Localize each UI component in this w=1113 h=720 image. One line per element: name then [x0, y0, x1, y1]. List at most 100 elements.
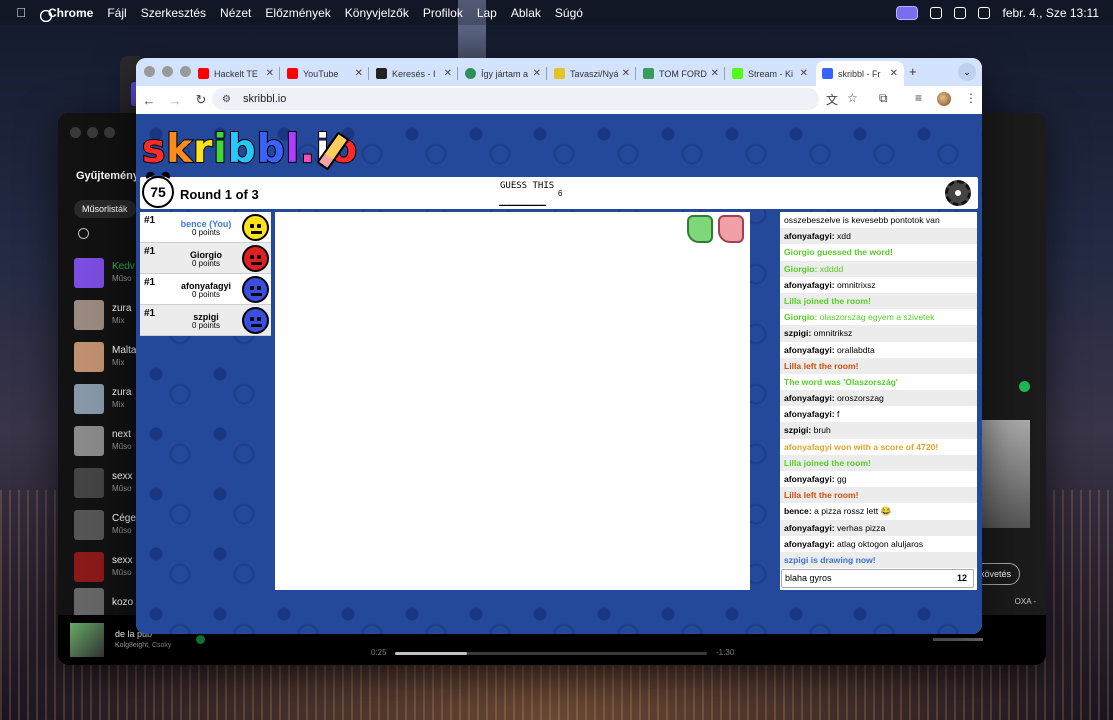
site-favicon-icon: [465, 68, 476, 79]
player-row[interactable]: #1 bence (You) 0 points: [140, 212, 271, 243]
youtube-favicon-icon: [287, 68, 298, 79]
menubar-clock[interactable]: febr. 4., Sze 13:11: [1002, 6, 1099, 20]
new-tab-icon[interactable]: +: [909, 64, 917, 79]
tab-tavaszi[interactable]: Tavaszi/Nyá ✕: [548, 61, 636, 86]
close-tab-icon[interactable]: ✕: [890, 68, 898, 79]
player-avatar-icon: [242, 214, 269, 241]
chat-box[interactable]: osszebeszelve is kevesebb pontotok van af…: [780, 212, 977, 590]
playback-progress[interactable]: [395, 652, 707, 655]
chat-message: szpigi: bruh: [780, 422, 977, 439]
verified-icon: [1019, 381, 1030, 392]
player-row[interactable]: #1 szpigi 0 points: [140, 305, 271, 336]
round-indicator: Round 1 of 3: [180, 187, 259, 202]
menu-profiles[interactable]: Profilok: [423, 6, 463, 20]
screen-mirror-icon[interactable]: [896, 5, 919, 20]
tab-search-chevron-icon[interactable]: ⌄: [958, 63, 976, 81]
site-favicon-icon: [643, 68, 654, 79]
menu-help[interactable]: Súgó: [555, 6, 583, 20]
close-window-button[interactable]: [144, 66, 155, 77]
chat-input[interactable]: blaha gyros 12: [781, 569, 974, 588]
close-tab-icon[interactable]: ✕: [622, 68, 630, 79]
macos-menubar:  Chrome Fájl Szerkesztés Nézet Előzmény…: [0, 0, 1113, 25]
site-favicon-icon: [554, 68, 565, 79]
word-hint: ______: [499, 192, 546, 207]
menu-tab[interactable]: Lap: [477, 6, 497, 20]
player-row[interactable]: #1 Giorgio 0 points: [140, 243, 271, 274]
search-icon[interactable]: [78, 228, 89, 239]
menu-window[interactable]: Ablak: [511, 6, 541, 20]
settings-gear-icon[interactable]: [945, 180, 971, 206]
tab-youtube[interactable]: YouTube ✕: [281, 61, 369, 86]
player-rank: #1: [144, 277, 156, 288]
apple-icon[interactable]: : [8, 5, 34, 20]
tab-strip: Hackelt TE ✕ YouTube ✕ Keresés - I ✕ Így já…: [136, 58, 982, 86]
bookmark-star-icon[interactable]: ☆: [847, 91, 858, 105]
library-title: Gyűjtemény: [76, 170, 139, 182]
chrome-menu-icon[interactable]: ⋮: [965, 91, 977, 105]
player-avatar-icon: [242, 276, 269, 303]
skribbl-favicon-icon: [822, 68, 833, 79]
drawing-canvas[interactable]: [275, 212, 750, 590]
address-bar[interactable]: ⚙ skribbl.io: [212, 88, 819, 110]
url-text[interactable]: skribbl.io: [243, 93, 286, 105]
reload-icon[interactable]: ↻: [188, 92, 214, 108]
chat-message: bence: a pizza rossz lett 😂: [784, 506, 892, 517]
translate-icon[interactable]: 文: [826, 91, 838, 108]
chat-message: Giorgio guessed the word!: [784, 247, 893, 258]
menu-file[interactable]: Fájl: [107, 6, 126, 20]
playlists-filter-pill[interactable]: Műsorlisták: [74, 200, 136, 218]
chat-message: afonyafagyi: gg: [784, 474, 847, 484]
tab-hackelt[interactable]: Hackelt TE ✕: [192, 61, 280, 86]
saved-check-icon[interactable]: [196, 635, 205, 644]
track-artist[interactable]: Kolg8eight, Csoky: [115, 642, 171, 649]
tab-igy-jartam[interactable]: Így jártam a ✕: [459, 61, 547, 86]
tab-stream[interactable]: Stream - Ki ✕: [726, 61, 814, 86]
control-center-icon[interactable]: [978, 6, 991, 19]
back-icon[interactable]: ←: [136, 93, 162, 108]
menu-edit[interactable]: Szerkesztés: [141, 6, 206, 20]
zoom-window-button[interactable]: [180, 66, 191, 77]
menubar-app-name[interactable]: Chrome: [48, 6, 93, 20]
close-tab-icon[interactable]: ✕: [800, 68, 808, 79]
window-controls: [144, 66, 191, 77]
profile-avatar[interactable]: [937, 92, 951, 106]
stats-icon[interactable]: [930, 6, 943, 19]
player-points: 0 points: [191, 321, 221, 330]
media-controls-icon[interactable]: ≡: [915, 91, 922, 105]
siri-icon[interactable]: [40, 10, 52, 22]
chat-message: The word was 'Olaszország': [784, 376, 898, 387]
tab-skribbl[interactable]: skribbl - Fr ✕: [816, 61, 904, 86]
close-tab-icon[interactable]: ✕: [533, 68, 541, 79]
elapsed-time: 0:25: [371, 648, 387, 657]
menu-history[interactable]: Előzmények: [265, 6, 330, 20]
minimize-window-button[interactable]: [162, 66, 173, 77]
thumbs-down-icon[interactable]: [718, 215, 744, 243]
extensions-icon[interactable]: ⧉: [879, 91, 888, 106]
timer-clock: 75: [142, 176, 174, 208]
album-art[interactable]: [70, 623, 104, 657]
player-row[interactable]: #1 afonyafagyi 0 points: [140, 274, 271, 305]
chat-message: afonyafagyi: atlag oktogon aluljaros: [784, 538, 924, 549]
volume-slider[interactable]: [933, 638, 983, 641]
battery-icon[interactable]: [954, 6, 967, 19]
tab-tom-ford[interactable]: TOM FORD ✕: [637, 61, 725, 86]
close-tab-icon[interactable]: ✕: [444, 68, 452, 79]
tab-kereses[interactable]: Keresés - I ✕: [370, 61, 458, 86]
vote-buttons: [687, 215, 744, 243]
thumbs-up-icon[interactable]: [687, 215, 713, 243]
chat-message: afonyafagyi: verhas pizza: [780, 519, 977, 536]
chat-message: szpigi is drawing now!: [780, 551, 977, 569]
chat-input-text[interactable]: blaha gyros: [785, 573, 832, 583]
close-tab-icon[interactable]: ✕: [355, 68, 363, 79]
close-tab-icon[interactable]: ✕: [266, 68, 274, 79]
close-tab-icon[interactable]: ✕: [711, 68, 719, 79]
site-info-icon[interactable]: ⚙: [222, 94, 231, 105]
player-avatar-icon: [242, 245, 269, 272]
forward-icon[interactable]: →: [162, 93, 188, 108]
chat-char-count: 12: [956, 573, 967, 583]
player-points: 0 points: [191, 259, 221, 268]
chat-message: afonyafagyi: xdd: [780, 228, 977, 245]
search-favicon-icon: [376, 68, 387, 79]
menu-bookmarks[interactable]: Könyvjelzők: [345, 6, 409, 20]
menu-view[interactable]: Nézet: [220, 6, 251, 20]
